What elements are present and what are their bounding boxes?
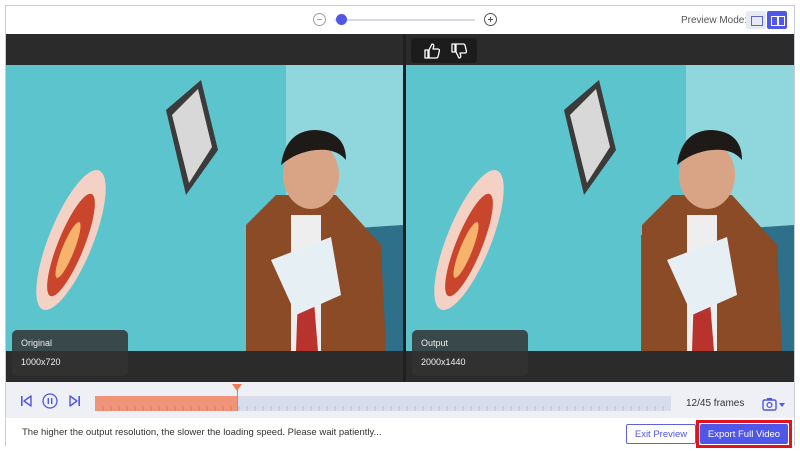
timeline-bar: 12/45 frames — [6, 382, 794, 418]
output-video-frame — [406, 65, 794, 351]
camera-icon[interactable] — [761, 396, 787, 412]
zoom-out-icon[interactable] — [313, 13, 326, 26]
previous-frame-icon[interactable] — [18, 393, 34, 409]
original-video-frame — [6, 65, 403, 351]
output-resolution: 2000x1440 — [421, 357, 466, 367]
exit-preview-button[interactable]: Exit Preview — [626, 424, 696, 444]
original-video-pane — [6, 65, 403, 351]
pause-icon[interactable] — [42, 393, 58, 409]
next-frame-icon[interactable] — [67, 393, 83, 409]
single-view-mode-button[interactable] — [746, 11, 766, 29]
split-view-mode-button[interactable] — [767, 11, 787, 29]
original-resolution: 1000x720 — [21, 357, 61, 367]
preview-window: Preview Mode: Original 1000x720 Output 2… — [5, 5, 795, 448]
rating-box — [411, 38, 477, 63]
frame-counter: 12/45 frames — [686, 398, 745, 409]
frame-progress-track[interactable] — [95, 396, 671, 411]
output-label: Output — [421, 338, 449, 348]
video-preview-area: Original 1000x720 Output 2000x1440 — [6, 34, 794, 382]
original-info-box: Original 1000x720 — [12, 330, 128, 376]
zoom-slider-knob[interactable] — [335, 14, 347, 25]
export-full-video-button[interactable]: Export Full Video — [700, 424, 788, 444]
bottom-bar: The higher the output resolution, the sl… — [6, 418, 794, 448]
preview-mode-label: Preview Mode: — [681, 15, 748, 26]
zoom-in-icon[interactable] — [484, 13, 497, 26]
output-info-box: Output 2000x1440 — [412, 330, 528, 376]
original-label: Original — [21, 338, 53, 348]
thumbs-down-icon[interactable] — [449, 41, 469, 61]
thumbs-up-icon[interactable] — [422, 41, 442, 61]
frame-tick-marks — [102, 406, 664, 411]
playhead-line — [236, 390, 238, 411]
output-video-pane — [406, 65, 794, 351]
loading-hint: The higher the output resolution, the sl… — [22, 427, 382, 438]
zoom-slider-track[interactable] — [334, 19, 475, 21]
top-bar: Preview Mode: — [6, 6, 794, 34]
